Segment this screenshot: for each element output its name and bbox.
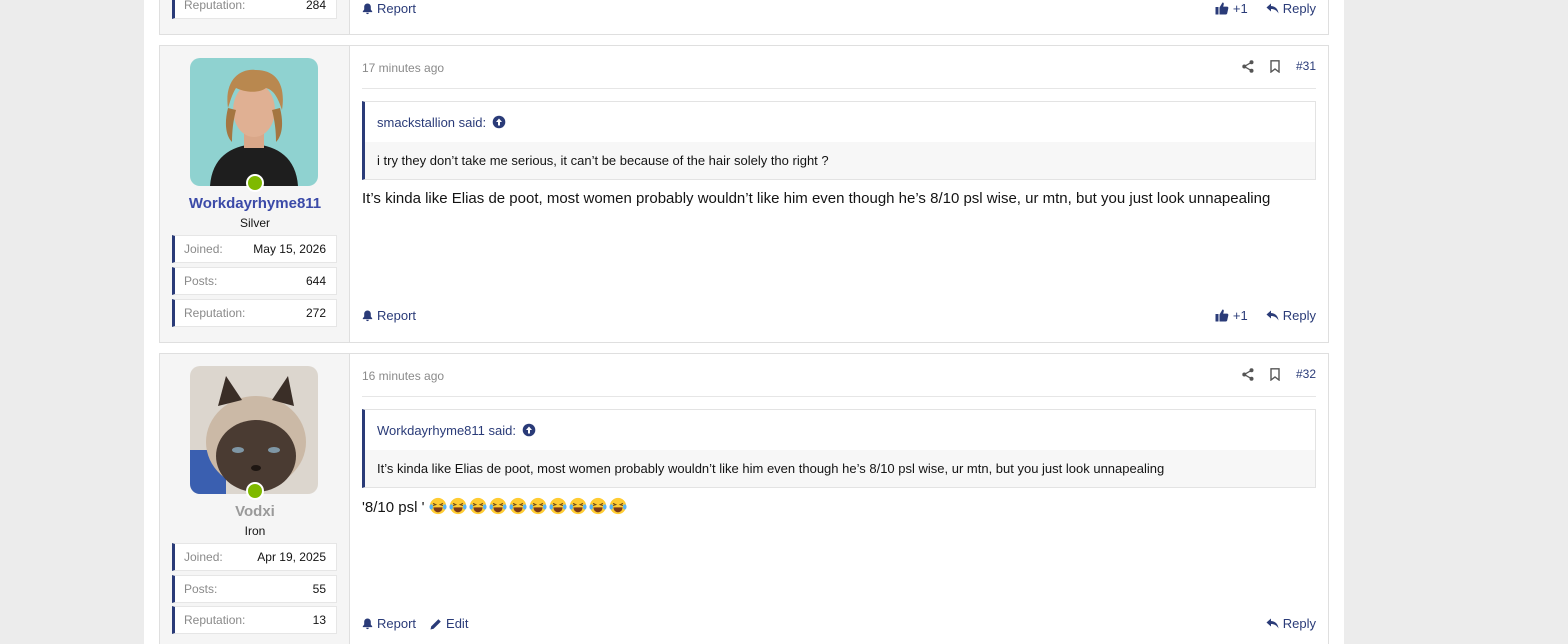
post-number[interactable]: #31 xyxy=(1296,59,1316,73)
reply-label: Reply xyxy=(1282,308,1316,323)
bell-icon xyxy=(362,310,373,321)
like-button[interactable]: +1 xyxy=(1215,1,1248,16)
like-count: +1 xyxy=(1232,1,1248,16)
user-column: Reputation: 284 xyxy=(160,0,350,34)
thumbs-up-icon xyxy=(1215,309,1229,322)
quote-text: i try they don’t take me serious, it can… xyxy=(365,142,1315,179)
stat-label: Reputation: xyxy=(184,306,246,320)
post-31: Workdayrhyme811 Silver Joined: May 15, 2… xyxy=(159,45,1329,343)
bell-icon xyxy=(362,3,373,14)
laughing-crying-emoji-icon xyxy=(529,497,547,515)
stat-label: Posts: xyxy=(184,582,218,596)
report-button[interactable]: Report xyxy=(362,616,416,631)
stat-label: Reputation: xyxy=(184,0,246,12)
reply-button[interactable]: Reply xyxy=(1266,308,1316,323)
laughing-crying-emoji-icon xyxy=(449,497,467,515)
header-divider xyxy=(362,88,1316,89)
quote-author[interactable]: Workdayrhyme811 said: xyxy=(377,423,516,438)
stat-posts: Posts: 644 xyxy=(172,267,337,295)
like-button[interactable]: +1 xyxy=(1215,308,1248,323)
stat-reputation: Reputation: 272 xyxy=(172,299,337,327)
like-count: +1 xyxy=(1232,308,1248,323)
laughing-crying-emoji-icon xyxy=(569,497,587,515)
thumbs-up-icon xyxy=(1215,2,1229,15)
emoji-row xyxy=(429,497,629,516)
report-label: Report xyxy=(377,616,417,631)
quote-author[interactable]: smackstallion said: xyxy=(377,115,486,130)
arrow-up-circle-icon[interactable] xyxy=(492,115,506,129)
thread-page: Reputation: 284 Report +1 Reply Workdayr… xyxy=(144,0,1344,644)
stat-joined: Joined: May 15, 2026 xyxy=(172,235,337,263)
header-divider xyxy=(362,396,1316,397)
user-column: Workdayrhyme811 Silver Joined: May 15, 2… xyxy=(160,46,350,342)
user-rank: Iron xyxy=(244,524,266,538)
stat-reputation: Reputation: 284 xyxy=(172,0,337,19)
user-column: Vodxi Iron Joined: Apr 19, 2025 Posts: 5… xyxy=(160,354,350,644)
stat-value: 644 xyxy=(305,274,326,288)
stat-posts: Posts: 55 xyxy=(172,575,337,603)
post-32: Vodxi Iron Joined: Apr 19, 2025 Posts: 5… xyxy=(159,353,1329,644)
reply-icon xyxy=(1266,310,1279,321)
stat-label: Posts: xyxy=(184,274,218,288)
username[interactable]: Workdayrhyme811 xyxy=(160,195,350,212)
laughing-crying-emoji-icon xyxy=(429,497,447,515)
arrow-up-circle-icon[interactable] xyxy=(522,423,536,437)
stat-value: 55 xyxy=(312,582,326,596)
reply-icon xyxy=(1266,618,1279,629)
quote-header[interactable]: Workdayrhyme811 said: xyxy=(365,410,1315,450)
avatar-image xyxy=(190,366,318,494)
quote-text: It’s kinda like Elias de poot, most wome… xyxy=(365,450,1315,487)
post-number[interactable]: #32 xyxy=(1296,367,1316,381)
post-body-text: '8/10 psl ' xyxy=(362,499,425,516)
stat-value: 272 xyxy=(305,306,326,320)
laughing-crying-emoji-icon xyxy=(589,497,607,515)
stat-label: Reputation: xyxy=(184,613,246,627)
report-button[interactable]: Report xyxy=(362,308,416,323)
stat-joined: Joined: Apr 19, 2025 xyxy=(172,543,337,571)
bell-icon xyxy=(362,618,373,629)
quote-block: smackstallion said: i try they don’t tak… xyxy=(362,101,1316,180)
post-body: It’s kinda like Elias de poot, most wome… xyxy=(362,190,1271,207)
post-30: Reputation: 284 Report +1 Reply xyxy=(159,0,1329,35)
laughing-crying-emoji-icon xyxy=(489,497,507,515)
edit-label: Edit xyxy=(446,616,469,631)
reply-label: Reply xyxy=(1282,616,1316,631)
post-body: '8/10 psl ' xyxy=(362,497,629,516)
laughing-crying-emoji-icon xyxy=(509,497,527,515)
report-label: Report xyxy=(377,1,417,16)
username[interactable]: Vodxi xyxy=(160,503,350,520)
stat-value: 284 xyxy=(305,0,326,12)
post-timestamp[interactable]: 16 minutes ago xyxy=(362,369,444,383)
reply-label: Reply xyxy=(1282,1,1316,16)
post-timestamp[interactable]: 17 minutes ago xyxy=(362,61,444,75)
stat-value: 13 xyxy=(312,613,326,627)
share-icon[interactable] xyxy=(1242,59,1254,73)
avatar[interactable] xyxy=(190,58,318,186)
bookmark-icon[interactable] xyxy=(1270,367,1280,381)
stat-label: Joined: xyxy=(184,242,223,256)
user-rank: Silver xyxy=(239,216,270,230)
stat-value: Apr 19, 2025 xyxy=(257,550,326,564)
pencil-icon xyxy=(430,618,441,629)
stat-value: May 15, 2026 xyxy=(253,242,326,256)
avatar[interactable] xyxy=(190,366,318,494)
quote-block: Workdayrhyme811 said: It’s kinda like El… xyxy=(362,409,1316,488)
report-label: Report xyxy=(377,308,417,323)
laughing-crying-emoji-icon xyxy=(549,497,567,515)
stat-label: Joined: xyxy=(184,550,223,564)
report-button[interactable]: Report xyxy=(362,1,416,16)
edit-button[interactable]: Edit xyxy=(430,616,468,631)
laughing-crying-emoji-icon xyxy=(469,497,487,515)
laughing-crying-emoji-icon xyxy=(609,497,627,515)
online-status-indicator xyxy=(246,174,264,192)
reply-icon xyxy=(1266,3,1279,14)
avatar-image xyxy=(190,58,318,186)
bookmark-icon[interactable] xyxy=(1270,59,1280,73)
quote-header[interactable]: smackstallion said: xyxy=(365,102,1315,142)
share-icon[interactable] xyxy=(1242,367,1254,381)
reply-button[interactable]: Reply xyxy=(1266,1,1316,16)
stat-reputation: Reputation: 13 xyxy=(172,606,337,634)
reply-button[interactable]: Reply xyxy=(1266,616,1316,631)
online-status-indicator xyxy=(246,482,264,500)
